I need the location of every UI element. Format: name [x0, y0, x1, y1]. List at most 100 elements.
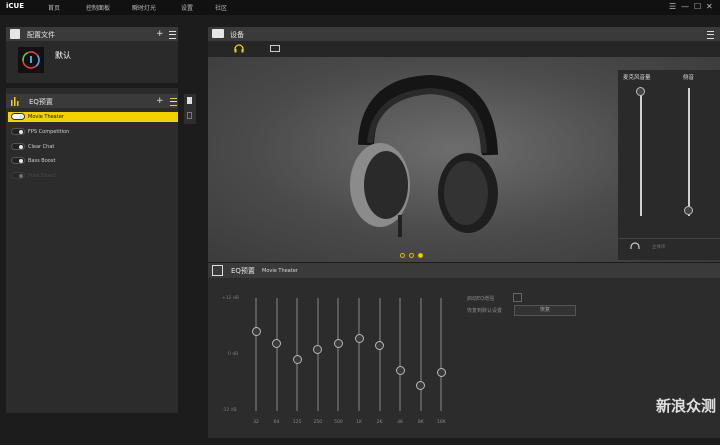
headset-image [350, 75, 498, 237]
add-profile-icon[interactable]: + [156, 29, 164, 39]
eq-band-knob-16K[interactable] [436, 368, 446, 378]
profiles-list: 默认 [6, 41, 178, 83]
db-label-max: +12 dB [222, 296, 239, 301]
devices-menu-icon[interactable] [707, 31, 714, 39]
presets-menu-icon[interactable] [170, 98, 177, 106]
profile-logo-icon [22, 51, 40, 69]
profiles-header: 配置文件 + [6, 27, 178, 41]
carousel-dot-2[interactable] [409, 253, 414, 258]
eq-band-label-32: 32 [253, 420, 259, 425]
eq-band-label-4K: 4K [397, 420, 404, 425]
close-icon[interactable]: ✕ [706, 2, 713, 11]
eq-band-track-4K[interactable] [399, 298, 402, 411]
maximize-icon[interactable]: ☐ [694, 2, 701, 11]
top-bar: iCUE 首页 控制面板 瞬时灯光 设置 社区 ☰ — ☐ ✕ [0, 0, 720, 15]
minimize-icon[interactable]: — [681, 2, 689, 11]
audio-mixer: 麦克风音量 侧音 立体声 [618, 70, 720, 260]
mic-volume-label: 麦克风音量 [623, 75, 651, 81]
preset-item-clear-chat[interactable]: Clear Chat [8, 142, 178, 152]
profile-item-default[interactable] [18, 47, 44, 73]
profiles-menu-icon[interactable] [169, 31, 176, 39]
preset-toggle[interactable] [11, 157, 25, 164]
eq-band-track-8K[interactable] [419, 298, 422, 411]
eq-band-knob-2K[interactable] [375, 340, 385, 350]
eq-band-knob-125[interactable] [292, 354, 302, 364]
eq-editor-panel [208, 263, 720, 438]
copy-icon[interactable] [187, 97, 192, 104]
eq-editor-title: EQ预置 [231, 267, 255, 275]
eq-band-track-1K[interactable] [358, 298, 360, 411]
carousel-dot-3[interactable] [418, 253, 423, 258]
eq-band-knob-1K[interactable] [354, 334, 364, 344]
eq-presets-header: EQ预置 + [6, 94, 178, 108]
eq-band-track-250[interactable] [316, 298, 319, 411]
eq-band-label-250: 250 [313, 420, 323, 425]
eq-band-knob-32[interactable] [251, 327, 261, 337]
sidetone-knob[interactable] [684, 206, 693, 216]
keyboard-tab-icon[interactable] [270, 45, 280, 52]
smart-eq-checkbox[interactable] [513, 293, 522, 302]
eq-band-label-1K: 1K [356, 420, 362, 425]
menu-icon[interactable]: ☰ [669, 2, 676, 11]
app-brand: iCUE [6, 2, 25, 10]
eq-band-track-32[interactable] [255, 298, 257, 411]
eq-band-label-2K: 2K [376, 420, 383, 425]
eq-preset-name: Movie Theater [262, 268, 298, 274]
nav-instant-lighting[interactable]: 瞬时灯光 [132, 3, 156, 12]
preset-toggle[interactable] [11, 128, 25, 135]
headset-icon [630, 242, 640, 249]
nav-settings[interactable]: 设置 [181, 3, 193, 12]
preset-item-pure-direct[interactable]: Pure Direct [8, 171, 178, 181]
carousel-dot-1[interactable] [400, 253, 405, 258]
watermark: 新浪众测 [656, 397, 717, 415]
db-label-zero: 0 dB [228, 352, 239, 357]
eq-band-track-2K[interactable] [378, 298, 381, 411]
headset-tab-icon[interactable] [234, 44, 244, 53]
sidetone-slider[interactable] [688, 88, 690, 216]
preset-toggle[interactable] [11, 113, 25, 120]
device-tabs [208, 41, 720, 57]
preset-label: FPS Competition [28, 129, 70, 135]
eq-band-label-125: 125 [292, 420, 302, 425]
devices-title: 设备 [230, 31, 244, 39]
mic-volume-knob[interactable] [636, 87, 645, 97]
eq-band-label-64: 64 [273, 420, 280, 425]
preset-item-bass-boost[interactable]: Bass Boost [8, 156, 178, 166]
reset-label: 恢复到默认设置 [467, 308, 503, 314]
eq-band-knob-500[interactable] [333, 338, 343, 348]
eq-band-track-64[interactable] [275, 298, 278, 411]
preset-label: Movie Theater [28, 114, 64, 120]
nav-community[interactable]: 社区 [215, 3, 227, 12]
equalizer-icon [11, 97, 19, 106]
eq-band-knob-4K[interactable] [395, 365, 405, 375]
eq-band-track-500[interactable] [337, 298, 340, 411]
sidetone-label: 侧音 [683, 75, 695, 81]
eq-band-track-16K[interactable] [440, 298, 443, 411]
preset-toggle[interactable] [11, 172, 25, 179]
reset-button[interactable]: 恢复 [514, 305, 576, 316]
eq-band-knob-64[interactable] [272, 338, 282, 348]
db-label-min: -12 dB [222, 408, 237, 413]
eq-band-knob-8K[interactable] [416, 380, 426, 390]
mic-volume-slider[interactable] [640, 88, 642, 216]
preset-item-movie-theater[interactable]: Movie Theater [8, 112, 178, 122]
nav-dashboard[interactable]: 控制面板 [86, 3, 110, 12]
mixer-divider [618, 238, 720, 239]
trash-icon[interactable] [187, 112, 192, 119]
eq-band-label-500: 500 [334, 420, 343, 425]
eq-editor-header: EQ预置 Movie Theater [208, 263, 720, 278]
edit-icon [212, 265, 223, 276]
nav-home[interactable]: 首页 [48, 3, 60, 12]
smart-eq-label: 启动EQ增强 [467, 296, 495, 302]
eq-band-label-8K: 8K [417, 420, 424, 425]
preset-label: Clear Chat [28, 144, 55, 150]
profile-name[interactable]: 默认 [55, 50, 71, 61]
eq-band-label-16K: 16K [437, 420, 446, 425]
add-preset-icon[interactable]: + [156, 96, 164, 106]
devices-header: 设备 [208, 27, 720, 41]
profiles-icon [10, 29, 20, 39]
preset-item-fps-competition[interactable]: FPS Competition [8, 127, 178, 137]
preset-toggle[interactable] [11, 143, 25, 150]
eq-presets-title: EQ预置 [29, 98, 53, 106]
device-icon [212, 29, 224, 38]
